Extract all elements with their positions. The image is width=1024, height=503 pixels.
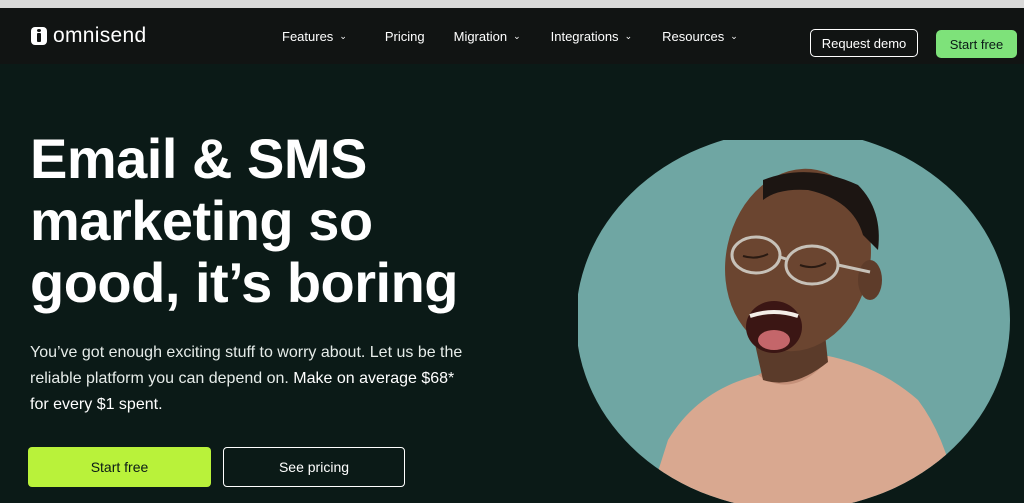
nav-label: Integrations: [550, 28, 619, 44]
top-navigation: omnisend Features ⌄ Pricing Migration ⌄ …: [0, 8, 1024, 64]
page: omnisend Features ⌄ Pricing Migration ⌄ …: [0, 0, 1024, 503]
nav-start-free-button[interactable]: Start free: [936, 30, 1017, 58]
hero-title-line: marketing so: [30, 189, 373, 252]
hero-subtitle: You’ve got enough exciting stuff to worr…: [30, 340, 470, 418]
hero-person-image: [578, 140, 1010, 503]
chevron-down-icon: ⌄: [339, 30, 347, 41]
hero-title-line: good, it’s boring: [30, 251, 459, 314]
chevron-down-icon: ⌄: [513, 30, 521, 41]
see-pricing-button[interactable]: See pricing: [223, 447, 405, 487]
chevron-down-icon: ⌄: [624, 30, 633, 41]
nav-item-resources[interactable]: Resources ⌄: [662, 26, 738, 46]
nav-label: Resources: [662, 28, 725, 44]
nav-links: Features ⌄ Pricing Migration ⌄ Integrati…: [282, 26, 738, 46]
omnisend-logo-icon: [31, 27, 47, 45]
nav-label: Pricing: [384, 28, 425, 44]
browser-top-strip: [0, 0, 1024, 8]
logo-text: omnisend: [53, 24, 147, 47]
nav-item-pricing[interactable]: Pricing: [385, 26, 425, 46]
nav-label: Features: [282, 28, 334, 44]
logo[interactable]: omnisend: [31, 24, 146, 48]
nav-label: Migration: [453, 28, 508, 44]
nav-item-features[interactable]: Features ⌄: [282, 26, 347, 46]
hero-title-line: Email & SMS: [30, 127, 367, 190]
request-demo-button[interactable]: Request demo: [810, 29, 918, 57]
nav-item-integrations[interactable]: Integrations ⌄: [551, 26, 632, 46]
hero-title: Email & SMS marketing so good, it’s bori…: [30, 128, 530, 314]
nav-item-migration[interactable]: Migration ⌄: [454, 26, 521, 46]
start-free-button[interactable]: Start free: [28, 447, 211, 487]
chevron-down-icon: ⌄: [730, 30, 738, 41]
